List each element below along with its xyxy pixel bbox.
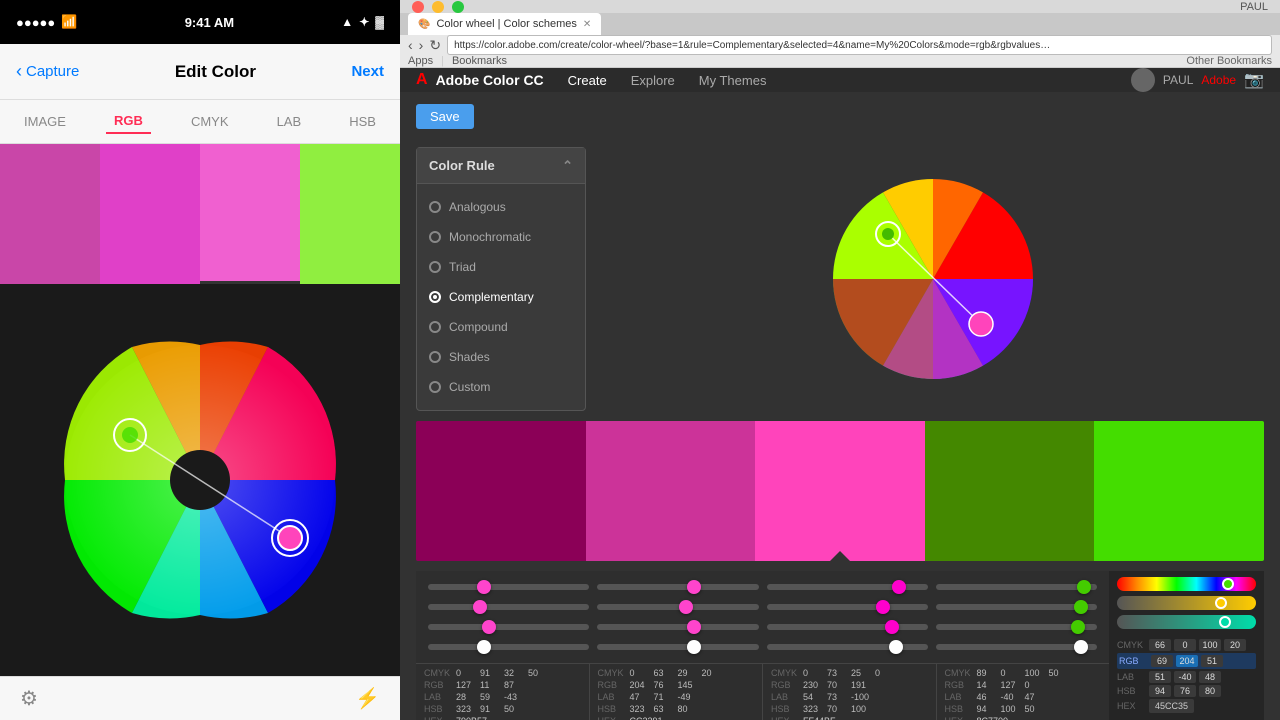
tab-hsb[interactable]: HSB [341,110,384,133]
radio-complementary [429,291,441,303]
color-rule-list: Analogous Monochromatic Triad Compl [417,184,585,410]
username-label: PAUL [1163,73,1193,87]
camera-icon[interactable]: 📷 [1244,70,1264,90]
right-data-values: CMYK 66 0 100 20 RGB 69 [1109,635,1264,720]
color-rule-title: Color Rule [429,158,495,173]
color-tool-icon[interactable]: ⚙ [20,686,38,711]
slider-row-3[interactable] [424,617,1101,637]
user-avatar [1131,68,1155,92]
radio-analogous [429,201,441,213]
rule-complementary[interactable]: Complementary [417,282,585,312]
ios-swatch-4[interactable] [300,144,400,284]
data-col-3: CMYK 073250 RGB 23070191 LAB 5473-100 [763,664,937,720]
nav-explore[interactable]: Explore [631,73,675,88]
ios-swatch-3[interactable] [200,144,300,284]
rule-custom[interactable]: Custom [417,372,585,402]
ios-color-wheel[interactable] [60,340,340,620]
slider-row-4[interactable] [424,637,1101,657]
slider-row-2[interactable] [424,597,1101,617]
rule-analogous[interactable]: Analogous [417,192,585,222]
rule-compound[interactable]: Compound [417,312,585,342]
data-col-2: CMYK 0632920 RGB 20476145 LAB 4771-49 [590,664,764,720]
nav-title: Edit Color [175,62,256,82]
other-bookmarks[interactable]: Other Bookmarks [1186,55,1272,67]
browser-user-label: PAUL [1240,1,1268,13]
tab-close-button[interactable]: ✕ [583,19,591,30]
swatch-col-4[interactable] [925,421,1095,561]
radio-shades [429,351,441,363]
forward-nav-button[interactable]: › [419,37,424,53]
radio-compound [429,321,441,333]
ios-swatch-2[interactable] [100,144,200,284]
tab-title: Color wheel | Color schemes [436,18,576,30]
save-button[interactable]: Save [416,104,474,129]
swatch-col-1[interactable] [416,421,586,561]
radio-triad [429,261,441,273]
ios-time: 9:41 AM [185,15,234,30]
reload-button[interactable]: ↻ [429,37,441,54]
rule-shades[interactable]: Shades [417,342,585,372]
slider-row-1[interactable] [424,577,1101,597]
data-col-1: CMYK 0913250 RGB 1271187 LAB 2859-43 [416,664,590,720]
color-rule-collapse-icon[interactable]: ⌃ [562,158,573,174]
bookmarks-folder[interactable]: Bookmarks [452,55,507,67]
back-label: Capture [26,63,79,80]
nav-create[interactable]: Create [568,73,607,88]
rule-triad[interactable]: Triad [417,252,585,282]
address-bar[interactable]: https://color.adobe.com/create/color-whe… [447,35,1272,55]
back-button[interactable]: ‹ Capture [16,61,79,82]
user-area: PAUL Adobe 📷 [1131,68,1264,92]
swatch-col-3[interactable] [755,421,925,561]
maximize-window-button[interactable] [452,1,464,13]
right-slider-area[interactable] [1109,571,1264,635]
browser-tab-active[interactable]: 🎨 Color wheel | Color schemes ✕ [408,13,601,35]
battery-icon: ▓ [375,15,384,29]
sliders-icon[interactable]: ⚡ [355,686,380,711]
bluetooth-icon: ✦ [359,15,369,29]
ios-status-left: ●●●●● 📶 [16,14,77,30]
data-col-4: CMYK 89010050 RGB 141270 LAB 46-4047 [937,664,1110,720]
ios-swatch-1[interactable] [0,144,100,284]
next-button[interactable]: Next [351,63,384,80]
minimize-window-button[interactable] [432,1,444,13]
address-text: https://color.adobe.com/create/color-whe… [454,40,1054,51]
nav-my-themes[interactable]: My Themes [699,73,767,88]
adobe-color-wheel[interactable] [833,179,1033,379]
ios-status-right: ▲ ✦ ▓ [341,15,384,29]
signal-dots: ●●●●● [16,15,55,30]
tab-rgb[interactable]: RGB [106,109,151,134]
wifi-icon: 📶 [61,14,77,30]
adobe-wordmark: Adobe [1201,73,1236,87]
adobe-logo-icon: A [416,71,428,89]
apps-bookmark[interactable]: Apps [408,55,433,67]
chevron-left-icon: ‹ [16,61,22,82]
swatch-col-2[interactable] [586,421,756,561]
tab-favicon: 🎨 [418,19,430,30]
tab-cmyk[interactable]: CMYK [183,110,237,133]
tab-lab[interactable]: LAB [269,110,310,133]
location-icon: ▲ [341,15,353,29]
tab-image[interactable]: IMAGE [16,110,74,133]
back-nav-button[interactable]: ‹ [408,37,413,53]
right-data-panel: CMYK 66 0 100 20 RGB 69 [1109,571,1264,720]
radio-custom [429,381,441,393]
radio-monochromatic [429,231,441,243]
rule-monochromatic[interactable]: Monochromatic [417,222,585,252]
adobe-logo: A Adobe Color CC [416,71,544,89]
swatch-col-5[interactable] [1094,421,1264,561]
app-name: Adobe Color CC [436,72,544,88]
close-window-button[interactable] [412,1,424,13]
